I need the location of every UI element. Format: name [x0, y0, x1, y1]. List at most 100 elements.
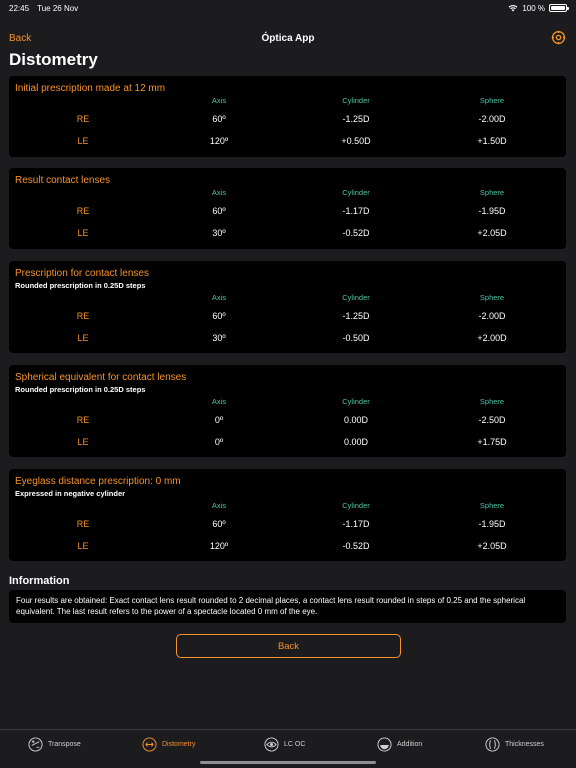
cell-sphere: +2.05D: [477, 228, 507, 238]
cell-axis: 60º: [212, 114, 226, 124]
card-title: Initial prescription made at 12 mm: [15, 83, 166, 94]
thickness-icon: [485, 736, 500, 752]
row-label-re: RE: [76, 519, 90, 529]
back-button[interactable]: Back: [176, 634, 401, 658]
card-title: Prescription for contact lenses: [15, 268, 149, 279]
row-label-re: RE: [76, 415, 90, 425]
nav-title: Óptica App: [261, 32, 315, 44]
column-header-sphere: Sphere: [479, 293, 505, 302]
information-text: Four results are obtained: Exact contact…: [9, 590, 566, 623]
transpose-icon: [28, 736, 43, 752]
cell-sphere: -2.00D: [478, 114, 506, 124]
cell-cylinder: -1.25D: [342, 114, 370, 124]
cell-cylinder: -1.17D: [342, 519, 370, 529]
row-label-le: LE: [77, 136, 89, 146]
nav-back-button[interactable]: Back: [9, 33, 31, 44]
information-title: Information: [9, 575, 70, 587]
distometry-icon: [142, 736, 157, 752]
card-prescription-contact-lenses: Prescription for contact lenses Rounded …: [9, 261, 566, 353]
card-subtitle: Expressed in negative cylinder: [15, 489, 126, 498]
row-label-le: LE: [77, 333, 89, 343]
column-header-cylinder: Cylinder: [342, 501, 370, 510]
tab-distometry[interactable]: Distometry: [142, 736, 195, 752]
column-header-sphere: Sphere: [479, 501, 505, 510]
row-label-re: RE: [76, 206, 90, 216]
column-header-sphere: Sphere: [479, 397, 505, 406]
cell-axis: 60º: [212, 519, 226, 529]
card-result-contact-lenses: Result contact lenses Axis Cylinder Sphe…: [9, 168, 566, 249]
column-header-cylinder: Cylinder: [342, 397, 370, 406]
cell-sphere: +1.75D: [477, 437, 507, 447]
card-spherical-equivalent: Spherical equivalent for contact lenses …: [9, 365, 566, 457]
card-title: Spherical equivalent for contact lenses: [15, 372, 187, 383]
status-bar: 22:45 Tue 26 Nov 100 %: [0, 0, 576, 16]
card-eyeglass-distance: Eyeglass distance prescription: 0 mm Exp…: [9, 469, 566, 561]
cell-axis: 60º: [212, 206, 226, 216]
cell-cylinder: -1.17D: [342, 206, 370, 216]
cell-axis: 120º: [209, 136, 229, 146]
column-header-cylinder: Cylinder: [342, 188, 370, 197]
cell-cylinder: 0.00D: [343, 415, 369, 425]
addition-icon: [377, 736, 392, 752]
tab-label: Distometry: [162, 740, 196, 748]
cell-axis: 30º: [212, 333, 226, 343]
cell-sphere: -1.95D: [478, 206, 506, 216]
status-right: 100 %: [508, 3, 569, 13]
tab-lc-oc[interactable]: LC OC: [264, 736, 305, 752]
cell-cylinder: +0.50D: [341, 136, 371, 146]
column-header-cylinder: Cylinder: [342, 293, 370, 302]
cell-sphere: -2.50D: [478, 415, 506, 425]
cell-sphere: +2.00D: [477, 333, 507, 343]
card-subtitle: Rounded prescription in 0.25D steps: [15, 281, 146, 290]
eye-icon: [264, 736, 279, 752]
status-left: 22:45 Tue 26 Nov: [9, 4, 84, 13]
tab-label: Addition: [397, 740, 423, 748]
status-time: 22:45: [9, 3, 30, 13]
cell-cylinder: 0.00D: [343, 437, 369, 447]
cell-axis: 0º: [214, 415, 224, 425]
column-header-axis: Axis: [211, 96, 227, 105]
battery-icon: [549, 4, 569, 12]
card-title: Eyeglass distance prescription: 0 mm: [15, 476, 181, 487]
card-subtitle: Rounded prescription in 0.25D steps: [15, 385, 146, 394]
tab-label: Thicknesses: [505, 740, 544, 748]
battery-percent: 100 %: [522, 3, 545, 13]
column-header-axis: Axis: [211, 293, 227, 302]
tab-addition[interactable]: Addition: [377, 736, 422, 752]
tab-label: Transpose: [48, 740, 81, 748]
column-header-axis: Axis: [211, 188, 227, 197]
tab-bar: Transpose Distometry LC OC Addition Thic…: [0, 729, 576, 768]
cell-axis: 0º: [214, 437, 224, 447]
cell-axis: 30º: [212, 228, 226, 238]
tab-thicknesses[interactable]: Thicknesses: [485, 736, 544, 752]
cell-cylinder: -0.50D: [342, 333, 370, 343]
cell-cylinder: -1.25D: [342, 311, 370, 321]
tab-label: LC OC: [284, 740, 306, 748]
settings-icon[interactable]: [551, 30, 566, 45]
row-label-le: LE: [77, 228, 89, 238]
status-date: Tue 26 Nov: [37, 3, 79, 13]
cell-cylinder: -0.52D: [342, 541, 370, 551]
nav-bar: Back Óptica App: [0, 28, 576, 48]
cell-axis: 60º: [212, 311, 226, 321]
column-header-axis: Axis: [211, 397, 227, 406]
column-header-sphere: Sphere: [479, 188, 505, 197]
column-header-axis: Axis: [211, 501, 227, 510]
home-indicator: [200, 761, 376, 764]
cell-sphere: +1.50D: [477, 136, 507, 146]
row-label-re: RE: [76, 311, 90, 321]
cell-sphere: +2.05D: [477, 541, 507, 551]
cell-sphere: -2.00D: [478, 311, 506, 321]
page-title: Distometry: [9, 50, 98, 69]
column-header-sphere: Sphere: [479, 96, 505, 105]
tab-transpose[interactable]: Transpose: [28, 736, 81, 752]
cell-cylinder: -0.52D: [342, 228, 370, 238]
cell-sphere: -1.95D: [478, 519, 506, 529]
cell-axis: 120º: [209, 541, 229, 551]
row-label-re: RE: [76, 114, 90, 124]
card-title: Result contact lenses: [15, 175, 111, 186]
row-label-le: LE: [77, 541, 89, 551]
wifi-icon: [508, 5, 518, 12]
column-header-cylinder: Cylinder: [342, 96, 370, 105]
card-initial-prescription: Initial prescription made at 12 mm Axis …: [9, 76, 566, 157]
